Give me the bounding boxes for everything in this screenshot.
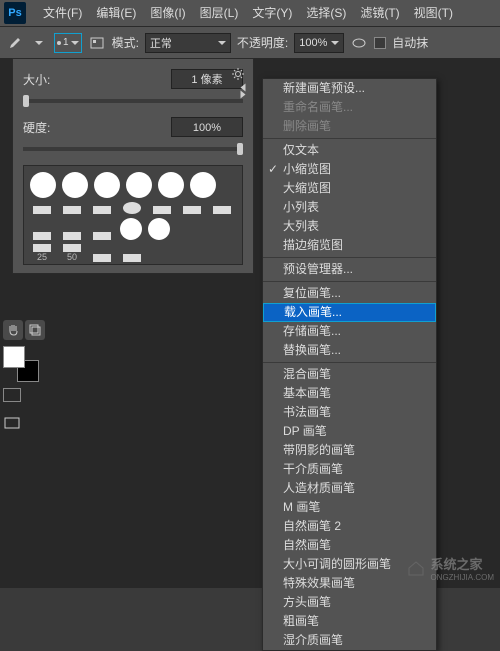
chevron-right-icon[interactable] [241, 91, 246, 99]
mode-select[interactable]: 正常 [145, 33, 231, 53]
menu-thick-heavy-brushes[interactable]: 粗画笔 [263, 612, 436, 631]
menu-delete-brush: 删除画笔 [263, 117, 436, 136]
mode-label: 模式: [112, 34, 139, 51]
brush-preset[interactable] [120, 202, 144, 214]
menu-dp-brushes[interactable]: DP 画笔 [263, 422, 436, 441]
menu-basic-brushes[interactable]: 基本画笔 [263, 384, 436, 403]
menu-drop-shadow-brushes[interactable]: 带阴影的画笔 [263, 441, 436, 460]
menu-wet-media-brushes[interactable]: 湿介质画笔 [263, 631, 436, 650]
menu-faux-finish-brushes[interactable]: 人造材质画笔 [263, 479, 436, 498]
menu-separator [263, 281, 436, 282]
app-logo[interactable]: Ps [4, 2, 26, 24]
menu-separator [263, 362, 436, 363]
menu-separator [263, 138, 436, 139]
foreground-color[interactable] [3, 346, 25, 368]
menu-square-brushes[interactable]: 方头画笔 [263, 593, 436, 612]
brush-preset[interactable] [158, 172, 184, 198]
hardness-slider[interactable] [23, 147, 243, 151]
brush-preset[interactable] [62, 172, 88, 198]
brush-preset-picker[interactable]: 1 [54, 33, 82, 53]
menu-layer[interactable]: 图层(L) [193, 0, 246, 26]
menu-edit[interactable]: 编辑(E) [89, 0, 143, 26]
menu-select[interactable]: 选择(S) [299, 0, 353, 26]
brush-preset[interactable] [180, 206, 204, 214]
brush-preset[interactable] [90, 206, 114, 214]
brush-preset-panel: 大小: 1 像素 硬度: 100% [12, 58, 254, 274]
menu-stroke-thumbnail[interactable]: 描边缩览图 [263, 236, 436, 255]
menu-replace-brushes[interactable]: 替换画笔... [263, 341, 436, 360]
brush-preset[interactable] [30, 172, 56, 198]
brush-preset[interactable]: 50 [60, 244, 84, 262]
hand-tool-icon[interactable] [3, 320, 23, 340]
menu-dry-media-brushes[interactable]: 干介质画笔 [263, 460, 436, 479]
brush-preset[interactable]: 25 [30, 244, 54, 262]
zoom-tool-icon[interactable] [25, 320, 45, 340]
menu-type[interactable]: 文字(Y) [245, 0, 299, 26]
auto-erase-label: 自动抹 [392, 34, 428, 51]
menu-small-list[interactable]: 小列表 [263, 198, 436, 217]
menu-natural-brushes-2[interactable]: 自然画笔 2 [263, 517, 436, 536]
brush-panel-toggle-icon[interactable] [88, 34, 106, 52]
watermark-logo-icon [406, 558, 426, 578]
menu-text-only[interactable]: 仅文本 [263, 141, 436, 160]
pressure-opacity-icon[interactable] [350, 34, 368, 52]
brush-preset[interactable] [126, 172, 152, 198]
brush-preset[interactable] [90, 232, 114, 240]
menu-preset-manager[interactable]: 预设管理器... [263, 260, 436, 279]
brush-preset[interactable] [30, 206, 54, 214]
pencil-tool-icon[interactable] [6, 34, 24, 52]
menu-reset-brushes[interactable]: 复位画笔... [263, 284, 436, 303]
menu-rename-brush: 重命名画笔... [263, 98, 436, 117]
quick-mask-icon[interactable] [3, 388, 21, 402]
tool-preset-dropdown[interactable] [30, 34, 48, 52]
menu-small-thumbnail[interactable]: 小缩览图 [263, 160, 436, 179]
menu-new-preset[interactable]: 新建画笔预设... [263, 79, 436, 98]
brush-preset[interactable] [120, 254, 144, 262]
opacity-label: 不透明度: [237, 34, 288, 51]
menu-filter[interactable]: 滤镜(T) [353, 0, 406, 26]
tools-floating [3, 320, 49, 432]
auto-erase-checkbox[interactable] [374, 37, 386, 49]
menu-image[interactable]: 图像(I) [143, 0, 192, 26]
hardness-label: 硬度: [23, 119, 73, 136]
brush-preset-grid[interactable]: 25 50 [23, 165, 243, 265]
brush-preset[interactable] [30, 232, 54, 240]
options-bar: 1 模式: 正常 不透明度: 100% 自动抹 [0, 26, 500, 58]
menu-separator [263, 257, 436, 258]
gear-icon[interactable] [229, 65, 247, 83]
menu-load-brushes[interactable]: 载入画笔... [263, 303, 436, 322]
size-slider[interactable] [23, 99, 243, 103]
opacity-input[interactable]: 100% [294, 33, 344, 53]
brush-preset[interactable] [94, 172, 120, 198]
color-swatches[interactable] [3, 346, 39, 382]
menu-m-brushes[interactable]: M 画笔 [263, 498, 436, 517]
menu-large-list[interactable]: 大列表 [263, 217, 436, 236]
menu-natural-brushes[interactable]: 自然画笔 [263, 536, 436, 555]
size-label: 大小: [23, 71, 73, 88]
screen-mode-icon[interactable] [3, 414, 21, 432]
brush-preset[interactable] [60, 232, 84, 240]
brush-preset[interactable] [148, 218, 170, 240]
menu-calligraphic-brushes[interactable]: 书法画笔 [263, 403, 436, 422]
menu-save-brushes[interactable]: 存储画笔... [263, 322, 436, 341]
menu-view[interactable]: 视图(T) [407, 0, 460, 26]
brush-preset[interactable] [120, 218, 142, 240]
menu-large-thumbnail[interactable]: 大缩览图 [263, 179, 436, 198]
brush-preset[interactable] [150, 206, 174, 214]
menu-file[interactable]: 文件(F) [36, 0, 89, 26]
hardness-value[interactable]: 100% [171, 117, 243, 137]
menu-assorted-brushes[interactable]: 混合画笔 [263, 365, 436, 384]
brush-preset[interactable] [90, 254, 114, 262]
menubar: Ps 文件(F) 编辑(E) 图像(I) 图层(L) 文字(Y) 选择(S) 滤… [0, 0, 500, 26]
brush-preset[interactable] [210, 206, 234, 214]
brush-preset[interactable] [60, 206, 84, 214]
watermark: 系统之家 ONGZHIJIA.COM [406, 554, 494, 582]
brush-preset[interactable] [190, 172, 216, 198]
